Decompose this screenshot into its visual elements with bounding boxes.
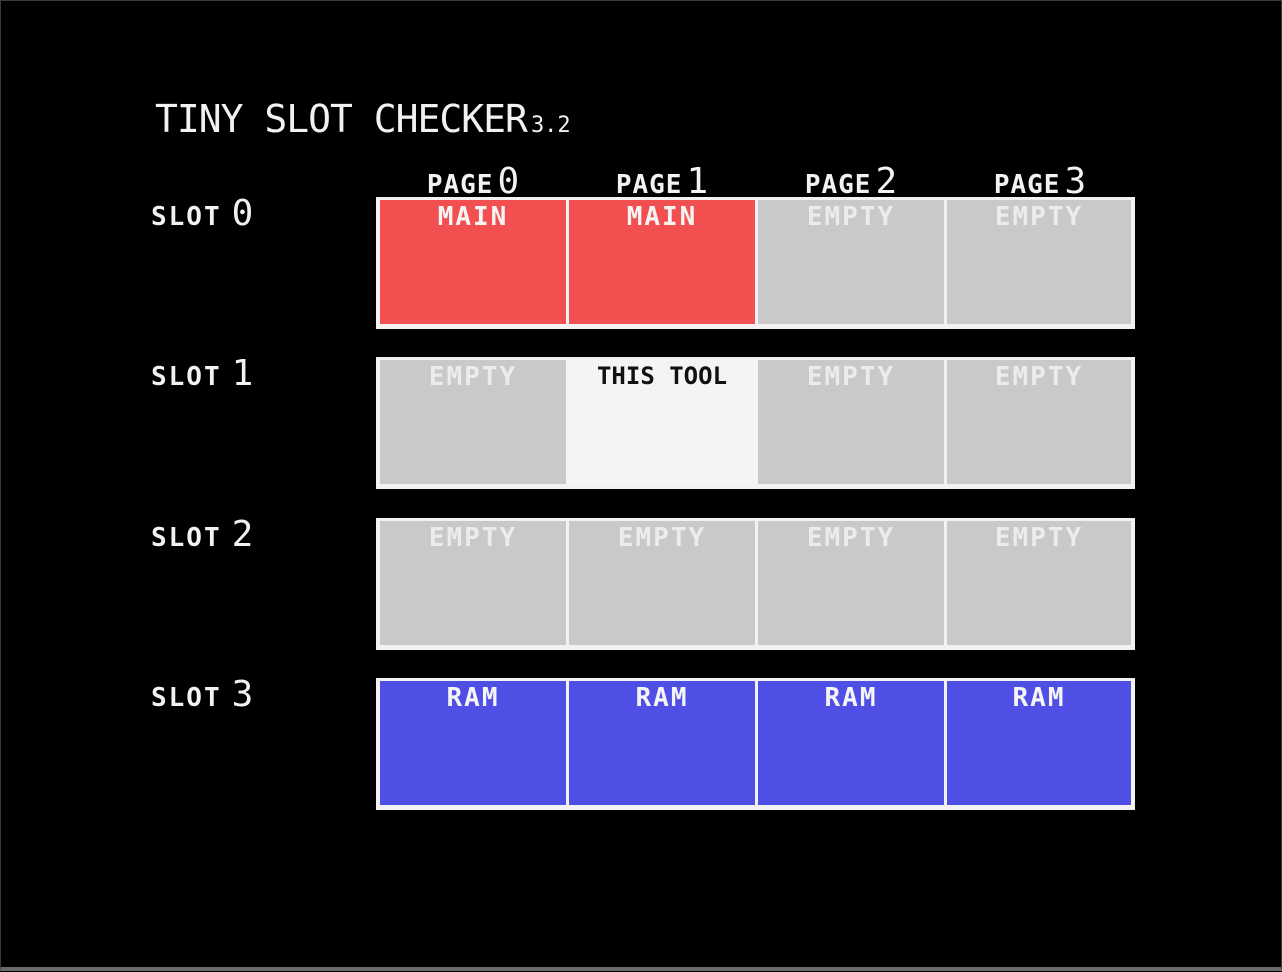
- slot-0-page-1-cell: MAIN: [569, 200, 755, 324]
- app-title-text: TINY SLOT CHECKER: [155, 97, 528, 141]
- slot-2-page-3-cell: EMPTY: [947, 521, 1131, 645]
- page-header-0: PAGE 0: [379, 161, 568, 202]
- page-header-1: PAGE 1: [568, 161, 757, 202]
- slot-1-page-1-cell-this-tool: THIS TOOL: [566, 360, 758, 484]
- slot-label-3: SLOT 3: [151, 674, 255, 715]
- page-header-2: PAGE 2: [757, 161, 946, 202]
- app-version: 3.2: [530, 113, 571, 138]
- page-header-3: PAGE 3: [946, 161, 1135, 202]
- slot-1-page-2-cell: EMPTY: [758, 360, 944, 484]
- slot-label-text: SLOT: [151, 523, 222, 553]
- slot-label-text: SLOT: [151, 683, 222, 713]
- page-header-label: PAGE: [993, 170, 1061, 200]
- slot-row-1: EMPTY THIS TOOL EMPTY EMPTY: [376, 357, 1135, 489]
- page-header-number: 1: [686, 161, 710, 202]
- slot-label-number: 3: [231, 674, 256, 715]
- slot-2-page-2-cell: EMPTY: [758, 521, 944, 645]
- slot-label-text: SLOT: [151, 202, 222, 232]
- slot-0-page-0-cell: MAIN: [380, 200, 566, 324]
- slot-row-2: EMPTY EMPTY EMPTY EMPTY: [376, 518, 1135, 650]
- slot-3-page-3-cell: RAM: [947, 681, 1131, 805]
- slot-label-0: SLOT 0: [151, 193, 255, 234]
- page-header-label: PAGE: [615, 170, 683, 200]
- emulator-screen: TINY SLOT CHECKER 3.2 PAGE 0 PAGE 1 PAGE 2 P…: [0, 0, 1282, 971]
- slot-1-page-3-cell: EMPTY: [947, 360, 1131, 484]
- slot-label-number: 0: [231, 193, 256, 234]
- page-header-number: 3: [1064, 161, 1088, 202]
- page-header-label: PAGE: [426, 170, 494, 200]
- slot-label-text: SLOT: [151, 362, 222, 392]
- slot-1-page-0-cell: EMPTY: [380, 360, 566, 484]
- slot-3-page-2-cell: RAM: [758, 681, 944, 805]
- slot-2-page-0-cell: EMPTY: [380, 521, 566, 645]
- slot-label-1: SLOT 1: [151, 353, 255, 394]
- slot-0-page-3-cell: EMPTY: [947, 200, 1131, 324]
- page-header-number: 2: [875, 161, 899, 202]
- slot-row-0: MAIN MAIN EMPTY EMPTY: [376, 197, 1135, 329]
- slot-label-number: 1: [231, 353, 256, 394]
- page-header-number: 0: [497, 161, 521, 202]
- app-title: TINY SLOT CHECKER 3.2: [155, 97, 571, 141]
- slot-3-page-0-cell: RAM: [380, 681, 566, 805]
- slot-3-page-1-cell: RAM: [569, 681, 755, 805]
- slot-label-number: 2: [231, 514, 256, 555]
- slot-row-3: RAM RAM RAM RAM: [376, 678, 1135, 810]
- slot-0-page-2-cell: EMPTY: [758, 200, 944, 324]
- page-header-label: PAGE: [804, 170, 872, 200]
- slot-2-page-1-cell: EMPTY: [569, 521, 755, 645]
- slot-label-2: SLOT 2: [151, 514, 255, 555]
